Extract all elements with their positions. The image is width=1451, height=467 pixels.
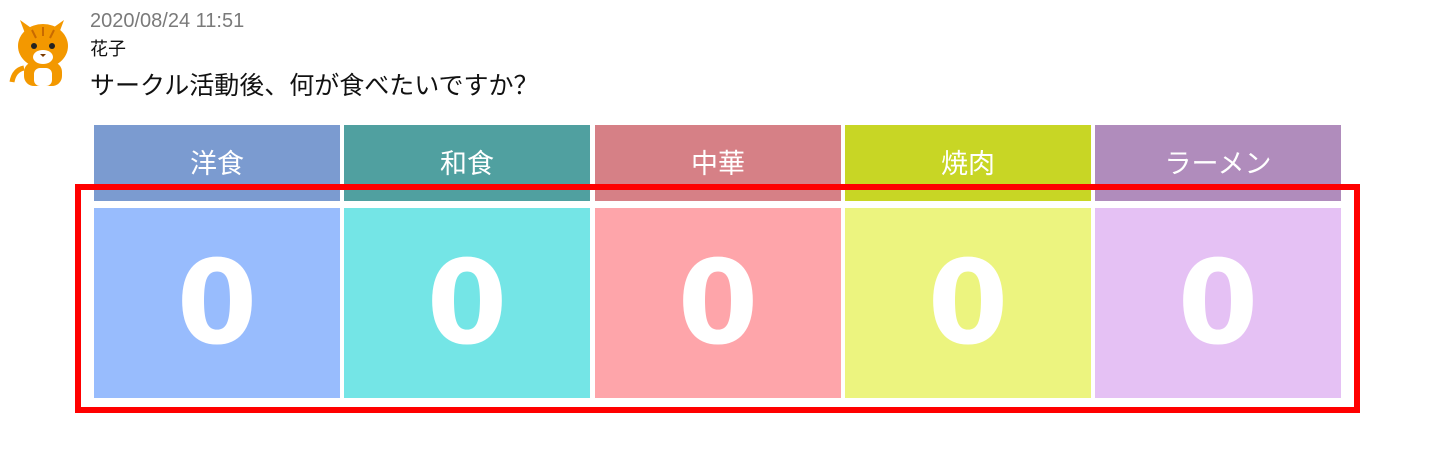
vote-count: 0 xyxy=(344,208,590,398)
poll-option-ramen[interactable]: ラーメン 0 xyxy=(1095,125,1341,398)
vote-count: 0 xyxy=(94,208,340,398)
vote-count: 0 xyxy=(595,208,841,398)
vote-count: 0 xyxy=(845,208,1091,398)
poll-option-yoshoku[interactable]: 洋食 0 xyxy=(94,125,340,398)
poll-option-chuka[interactable]: 中華 0 xyxy=(595,125,841,398)
cat-avatar-icon xyxy=(8,10,80,86)
poll-option-washoku[interactable]: 和食 0 xyxy=(344,125,590,398)
option-label: 中華 xyxy=(595,125,841,201)
option-label: 洋食 xyxy=(94,125,340,201)
vote-count: 0 xyxy=(1095,208,1341,398)
poll-option-yakiniku[interactable]: 焼肉 0 xyxy=(845,125,1091,398)
option-label: 焼肉 xyxy=(845,125,1091,201)
poll-question: サークル活動後、何が食べたいですか？ xyxy=(90,71,539,100)
author-name: 花子 xyxy=(90,39,126,60)
post-timestamp: 2020/08/24 11:51 xyxy=(90,10,245,32)
option-label: 和食 xyxy=(344,125,590,201)
option-label: ラーメン xyxy=(1095,125,1341,201)
